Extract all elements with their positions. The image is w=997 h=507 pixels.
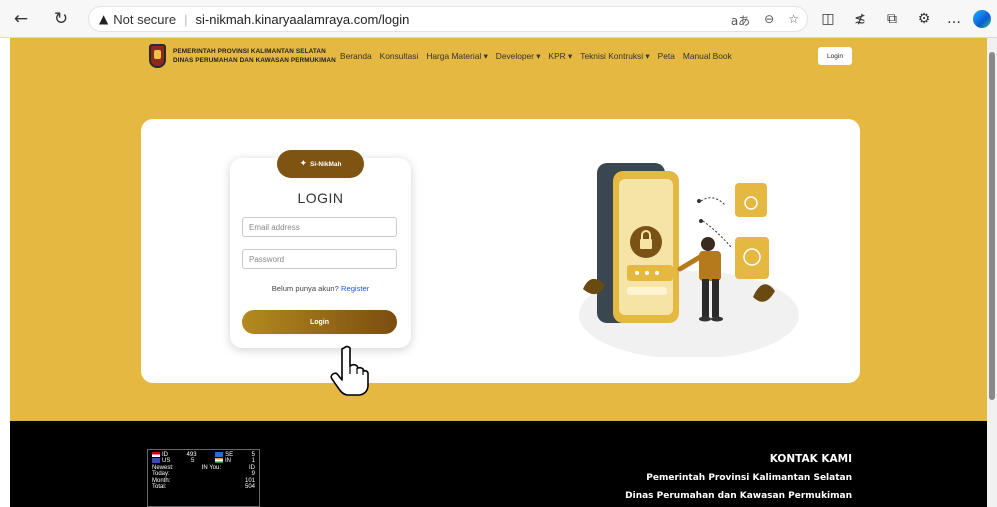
warning-icon: ▲	[99, 12, 109, 26]
email-field[interactable]: Email address	[242, 217, 397, 237]
page: PEMERINTAH PROVINSI KALIMANTAN SELATAN D…	[10, 38, 987, 507]
login-title: LOGIN	[297, 190, 344, 206]
contact-heading: KONTAK KAMI	[769, 453, 852, 465]
login-form: ✦ Si-NikMah LOGIN Email address Password…	[230, 150, 411, 348]
header-login-button[interactable]: Login	[818, 47, 852, 65]
footer: ID 493 SE 5 US 5 IN 1 Newest: IN You: ID…	[10, 421, 987, 507]
address-bar[interactable]: ▲ Not secure | si-nikmah.kinaryaalamraya…	[88, 6, 808, 32]
government-logo[interactable]	[149, 44, 166, 68]
edge-copilot-icon[interactable]	[972, 9, 992, 29]
login-illustration	[579, 163, 799, 357]
menu-item-konsultasi[interactable]: Konsultasi	[380, 51, 419, 61]
visitor-counter[interactable]: ID 493 SE 5 US 5 IN 1 Newest: IN You: ID…	[147, 449, 260, 507]
login-submit-button[interactable]: Login	[242, 310, 397, 334]
reload-icon[interactable]: ↻	[50, 8, 72, 30]
collections-icon[interactable]: ⧉	[882, 9, 902, 29]
hand-pointer-icon	[330, 345, 369, 396]
page-scrollbar[interactable]	[987, 38, 997, 507]
brand-badge: ✦ Si-NikMah	[277, 150, 364, 178]
browser-toolbar: ← ↻ ▲ Not secure | si-nikmah.kinaryaalam…	[0, 0, 997, 38]
register-prompt: Belum punya akun? Register	[230, 284, 411, 293]
counter-country: ID	[162, 452, 168, 459]
login-card: ✦ Si-NikMah LOGIN Email address Password…	[141, 119, 860, 383]
org-name[interactable]: PEMERINTAH PROVINSI KALIMANTAN SELATAN D…	[173, 47, 336, 65]
menu-item-teknisi-kontruksi[interactable]: Teknisi Kontruksi ▾	[580, 51, 649, 61]
main-menu: Beranda Konsultasi Harga Material ▾ Deve…	[340, 51, 732, 61]
brand-logo-icon: ✦	[299, 159, 308, 169]
contact-line-2: Dinas Perumahan dan Kawasan Permukiman	[625, 491, 852, 501]
favorites-list-icon[interactable]: ≴	[850, 9, 870, 29]
menu-item-beranda[interactable]: Beranda	[340, 51, 372, 61]
org-line-2: DINAS PERUMAHAN DAN KAWASAN PERMUKIMAN	[173, 57, 336, 64]
counter-value: 5	[191, 458, 195, 465]
flag-se-icon	[215, 452, 224, 457]
brand-name: Si-NikMah	[310, 160, 342, 168]
org-line-1: PEMERINTAH PROVINSI KALIMANTAN SELATAN	[173, 48, 326, 55]
register-link[interactable]: Register	[341, 284, 369, 293]
password-field[interactable]: Password	[242, 249, 397, 269]
split-screen-icon[interactable]: ◫	[818, 9, 838, 29]
menu-item-peta[interactable]: Peta	[658, 51, 675, 61]
counter-country: US	[162, 458, 171, 465]
menu-item-harga-material[interactable]: Harga Material ▾	[426, 51, 487, 61]
flag-in-icon	[215, 458, 223, 464]
more-icon[interactable]: …	[944, 9, 964, 29]
zoom-icon[interactable]: ⊖	[764, 12, 774, 29]
contact-section: KONTAK KAMI Pemerintah Provinsi Kalimant…	[625, 453, 852, 507]
security-status: Not secure	[113, 11, 177, 27]
counter-country: SE	[225, 452, 234, 459]
back-arrow-icon[interactable]: ←	[10, 8, 32, 30]
url-text: si-nikmah.kinaryaalamraya.com/login	[195, 11, 410, 27]
extensions-icon[interactable]: ⚙	[914, 9, 934, 29]
address-separator: |	[184, 11, 188, 27]
menu-item-manual-book[interactable]: Manual Book	[683, 51, 732, 61]
favorite-icon[interactable]: ☆	[788, 12, 799, 29]
menu-item-developer[interactable]: Developer ▾	[496, 51, 541, 61]
top-navbar: PEMERINTAH PROVINSI KALIMANTAN SELATAN D…	[10, 38, 987, 76]
contact-line-1: Pemerintah Provinsi Kalimantan Selatan	[646, 473, 852, 483]
flag-id-icon	[152, 452, 160, 457]
counter-you-label: IN You:	[201, 464, 222, 471]
read-aloud-icon[interactable]: aあ	[731, 12, 750, 29]
register-prompt-text: Belum punya akun?	[271, 284, 339, 293]
menu-item-kpr[interactable]: KPR ▾	[549, 51, 573, 61]
scrollbar-thumb[interactable]	[989, 52, 995, 400]
counter-country: IN	[225, 458, 231, 465]
counter-total: Total: 504	[152, 484, 255, 490]
counter-total-value: 504	[244, 484, 255, 491]
flag-us-icon	[152, 458, 160, 464]
counter-total-label: Total:	[152, 484, 167, 491]
